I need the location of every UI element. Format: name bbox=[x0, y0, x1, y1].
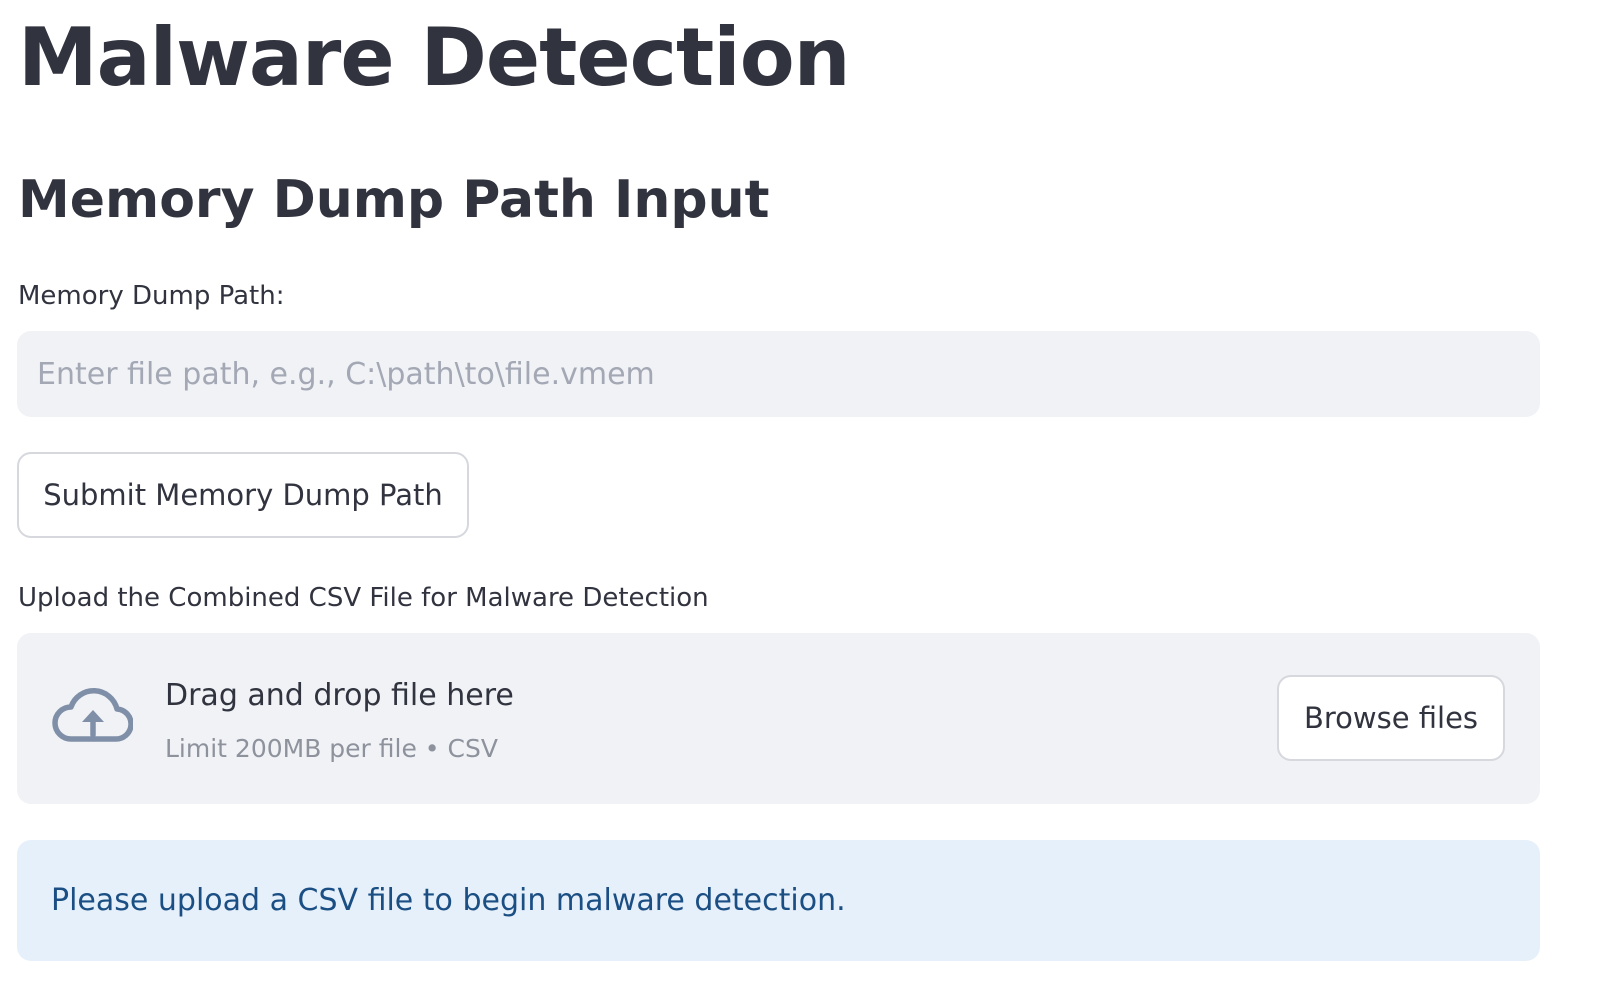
memory-dump-path-label: Memory Dump Path: bbox=[18, 281, 285, 311]
dropzone-title: Drag and drop file here bbox=[165, 678, 514, 713]
browse-files-button[interactable]: Browse files bbox=[1277, 675, 1505, 761]
section-title-memory-dump: Memory Dump Path Input bbox=[18, 170, 770, 230]
memory-dump-path-input[interactable] bbox=[17, 331, 1540, 417]
info-alert: Please upload a CSV file to begin malwar… bbox=[17, 840, 1540, 961]
submit-memory-dump-button[interactable]: Submit Memory Dump Path bbox=[17, 452, 469, 538]
app-main: Malware Detection Memory Dump Path Input… bbox=[0, 0, 1599, 1006]
csv-upload-label: Upload the Combined CSV File for Malware… bbox=[18, 583, 709, 613]
info-alert-message: Please upload a CSV file to begin malwar… bbox=[51, 882, 846, 918]
cloud-upload-icon bbox=[52, 688, 133, 742]
dropzone-limit-text: Limit 200MB per file • CSV bbox=[165, 734, 498, 763]
page-title: Malware Detection bbox=[18, 11, 851, 104]
file-dropzone[interactable]: Drag and drop file here Limit 200MB per … bbox=[17, 633, 1540, 804]
